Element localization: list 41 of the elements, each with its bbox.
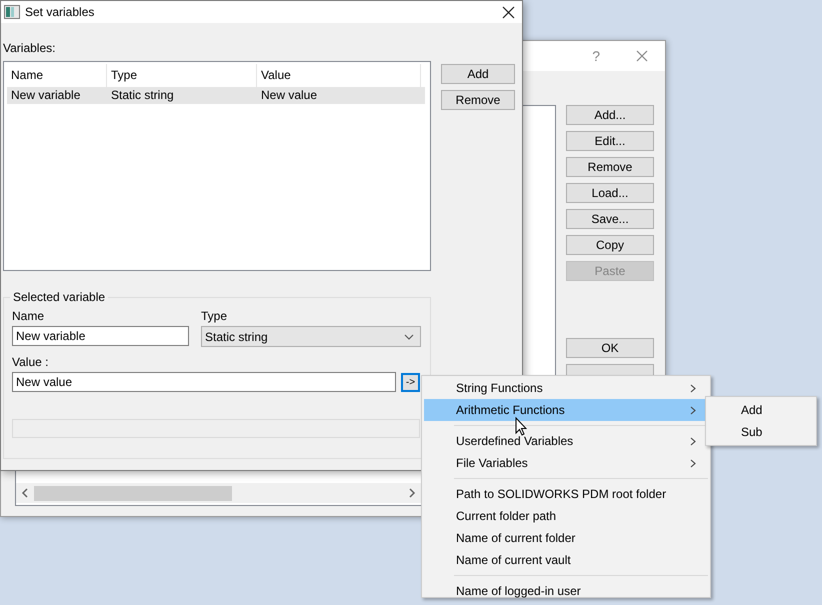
help-button[interactable]: ?: [592, 48, 600, 64]
window-title: Set variables: [25, 5, 94, 19]
scrollbar-thumb[interactable]: [34, 486, 232, 500]
button[interactable]: Edit...: [566, 131, 654, 151]
app-icon: [4, 5, 20, 19]
type-label: Type: [201, 309, 228, 324]
table-cell-text: New variable: [10, 87, 82, 104]
button[interactable]: Load...: [566, 183, 654, 203]
table-cell-text: New value: [260, 87, 318, 104]
button[interactable]: Remove: [441, 90, 515, 110]
type-dropdown[interactable]: Static string: [201, 326, 421, 347]
button[interactable]: Remove: [566, 157, 654, 177]
menu-item[interactable]: Name of current vault: [424, 549, 708, 571]
menu-item[interactable]: Sub: [708, 421, 814, 443]
menu-item[interactable]: Add: [708, 399, 814, 421]
menu-item[interactable]: File Variables: [424, 452, 708, 474]
menu-item[interactable]: String Functions: [424, 377, 708, 399]
chevron-down-icon: [404, 334, 414, 340]
menu-item[interactable]: Name of logged-in user: [424, 580, 708, 602]
name-field[interactable]: New variable: [12, 326, 189, 346]
menu-item[interactable]: Name of current folder: [424, 527, 708, 549]
table-cell-text: Static string: [110, 87, 175, 104]
variables-label: Variables:: [3, 41, 56, 57]
ok-button[interactable]: OK: [566, 338, 654, 358]
button[interactable]: Save...: [566, 209, 654, 229]
button[interactable]: Copy: [566, 235, 654, 255]
menu-item[interactable]: Path to SOLIDWORKS PDM root folder: [424, 483, 708, 505]
mouse-cursor-icon: [515, 417, 527, 436]
group-title: Selected variable: [10, 290, 108, 304]
menu-item[interactable]: Userdefined Variables: [424, 430, 708, 452]
insert-button[interactable]: ->: [401, 372, 420, 392]
close-icon[interactable]: [502, 6, 515, 18]
value-label: Value :: [12, 355, 50, 370]
menu-item[interactable]: Current folder path: [424, 505, 708, 527]
button[interactable]: Add...: [566, 105, 654, 125]
menu-item[interactable]: Arithmetic Functions: [424, 399, 708, 421]
value-field[interactable]: New value: [12, 372, 396, 392]
list-row[interactable]: New variable Static string New value: [7, 87, 425, 104]
button[interactable]: Add: [441, 64, 515, 84]
name-label: Name: [12, 309, 46, 324]
horizontal-scrollbar[interactable]: [16, 483, 421, 503]
